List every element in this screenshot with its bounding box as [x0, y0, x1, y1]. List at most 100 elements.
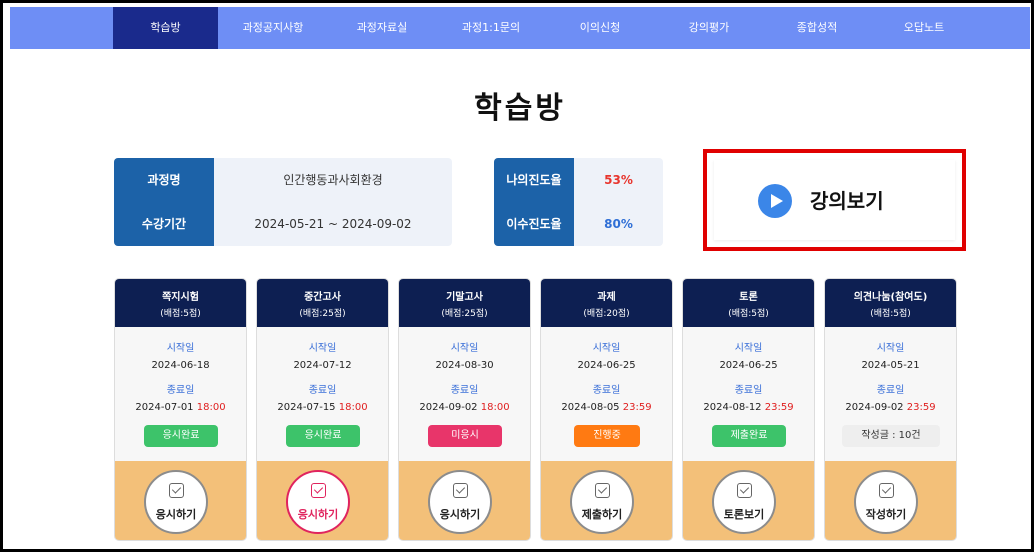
- required-progress-label: 이수진도율: [494, 202, 574, 246]
- end-date: 2024-09-02 23:59: [825, 402, 956, 413]
- progress-table: 나의진도율 53% 이수진도율 80%: [494, 158, 663, 246]
- card-weight: (배점:25점): [441, 309, 488, 319]
- card-weight: (배점:5점): [870, 309, 911, 319]
- nav-study-room[interactable]: 학습방: [113, 7, 218, 49]
- nav-course-materials[interactable]: 과정자료실: [332, 7, 432, 49]
- checkbox-icon: [737, 483, 752, 498]
- action-label: 응시하기: [155, 508, 197, 521]
- end-date-time: 18:00: [196, 402, 226, 413]
- page-title: 학습방: [474, 91, 566, 126]
- card-body: 시작일 2024-06-18 종료일 2024-07-01 18:00 응시완료: [115, 327, 246, 461]
- card-weight: (배점:5점): [160, 309, 201, 319]
- card-weight: (배점:5점): [728, 309, 769, 319]
- my-progress-label: 나의진도율: [494, 158, 574, 202]
- end-date-time: 23:59: [622, 402, 652, 413]
- card-body: 시작일 2024-06-25 종료일 2024-08-12 23:59 제출완료: [683, 327, 814, 461]
- status-badge: 제출완료: [712, 425, 786, 447]
- end-date-label: 종료일: [876, 385, 905, 396]
- end-date-time: 18:00: [480, 402, 510, 413]
- status-badge: 미응시: [428, 425, 502, 447]
- start-date: 2024-06-18: [151, 360, 210, 371]
- end-date-day: 2024-07-01: [135, 402, 194, 413]
- course-period-row: 수강기간 2024-05-21 ~ 2024-09-02: [114, 202, 452, 246]
- card-title: 기말고사: [446, 292, 483, 303]
- nav-objection[interactable]: 이의신청: [550, 7, 650, 49]
- play-icon: [758, 184, 792, 218]
- end-date-day: 2024-08-12: [703, 402, 762, 413]
- submit-button[interactable]: 제출하기: [570, 470, 634, 534]
- watch-lecture-label: 강의보기: [810, 189, 884, 213]
- nav-total-grades[interactable]: 종합성적: [767, 7, 867, 49]
- screenshot-frame: 학습방 과정공지사항 과정자료실 과정1:1문의 이의신청 강의평가 종합성적 …: [0, 0, 1034, 552]
- end-date-label: 종료일: [450, 385, 479, 396]
- my-progress-value: 53%: [574, 158, 663, 202]
- card-weight: (배점:25점): [299, 309, 346, 319]
- nav-lecture-evaluation[interactable]: 강의평가: [659, 7, 759, 49]
- status-badge: 응시완료: [144, 425, 218, 447]
- card-midterm: 중간고사 (배점:25점) 시작일 2024-07-12 종료일 2024-07…: [256, 278, 389, 541]
- my-progress-row: 나의진도율 53%: [494, 158, 663, 202]
- card-discussion: 토론 (배점:5점) 시작일 2024-06-25 종료일 2024-08-12…: [682, 278, 815, 541]
- end-date-day: 2024-09-02: [419, 402, 478, 413]
- card-footer: 제출하기: [541, 461, 672, 540]
- nav-course-notices[interactable]: 과정공지사항: [223, 7, 323, 49]
- course-name-row: 과정명 인간행동과사회환경: [114, 158, 452, 202]
- checkbox-icon: [595, 483, 610, 498]
- card-header: 중간고사 (배점:25점): [257, 279, 388, 327]
- take-exam-button[interactable]: 응시하기: [144, 470, 208, 534]
- end-date: 2024-08-12 23:59: [683, 402, 814, 413]
- watch-lecture-panel: 강의보기: [714, 160, 955, 240]
- start-date-label: 시작일: [308, 343, 337, 354]
- end-date-time: 18:00: [338, 402, 368, 413]
- view-discussion-button[interactable]: 토론보기: [712, 470, 776, 534]
- checkbox-icon: [311, 483, 326, 498]
- nav-wrong-answer-note[interactable]: 오답노트: [874, 7, 974, 49]
- end-date-label: 종료일: [166, 385, 195, 396]
- card-header: 과제 (배점:20점): [541, 279, 672, 327]
- write-button[interactable]: 작성하기: [854, 470, 918, 534]
- end-date-day: 2024-07-15: [277, 402, 336, 413]
- card-body: 시작일 2024-08-30 종료일 2024-09-02 18:00 미응시: [399, 327, 530, 461]
- end-date-time: 23:59: [906, 402, 936, 413]
- checkbox-icon: [453, 483, 468, 498]
- take-exam-button[interactable]: 응시하기: [428, 470, 492, 534]
- card-body: 시작일 2024-07-12 종료일 2024-07-15 18:00 응시완료: [257, 327, 388, 461]
- card-title: 과제: [597, 292, 616, 303]
- checkbox-icon: [879, 483, 894, 498]
- end-date-day: 2024-09-02: [845, 402, 904, 413]
- start-date: 2024-06-25: [719, 360, 778, 371]
- start-date-label: 시작일: [734, 343, 763, 354]
- required-progress-row: 이수진도율 80%: [494, 202, 663, 246]
- course-period-value: 2024-05-21 ~ 2024-09-02: [214, 202, 452, 246]
- take-exam-button[interactable]: 응시하기: [286, 470, 350, 534]
- card-header: 의견나눔(참여도) (배점:5점): [825, 279, 956, 327]
- card-footer: 응시하기: [257, 461, 388, 540]
- action-label: 작성하기: [865, 508, 907, 521]
- end-date: 2024-07-01 18:00: [115, 402, 246, 413]
- end-date: 2024-07-15 18:00: [257, 402, 388, 413]
- card-header: 쪽지시험 (배점:5점): [115, 279, 246, 327]
- end-date-label: 종료일: [734, 385, 763, 396]
- end-date-day: 2024-08-05: [561, 402, 620, 413]
- start-date-label: 시작일: [876, 343, 905, 354]
- action-label: 응시하기: [439, 508, 481, 521]
- start-date: 2024-07-12: [293, 360, 352, 371]
- card-quiz: 쪽지시험 (배점:5점) 시작일 2024-06-18 종료일 2024-07-…: [114, 278, 247, 541]
- card-footer: 응시하기: [115, 461, 246, 540]
- checkbox-icon: [169, 483, 184, 498]
- start-date: 2024-05-21: [861, 360, 920, 371]
- card-footer: 토론보기: [683, 461, 814, 540]
- end-date: 2024-09-02 18:00: [399, 402, 530, 413]
- course-info-table: 과정명 인간행동과사회환경 수강기간 2024-05-21 ~ 2024-09-…: [114, 158, 452, 246]
- required-progress-value: 80%: [574, 202, 663, 246]
- card-footer: 응시하기: [399, 461, 530, 540]
- action-label: 토론보기: [723, 508, 765, 521]
- post-count-badge: 작성글 : 10건: [842, 425, 940, 447]
- card-footer: 작성하기: [825, 461, 956, 540]
- card-title: 중간고사: [304, 292, 341, 303]
- nav-course-inquiry[interactable]: 과정1:1문의: [441, 7, 541, 49]
- start-date: 2024-06-25: [577, 360, 636, 371]
- watch-lecture-button[interactable]: 강의보기: [703, 149, 966, 251]
- end-date-label: 종료일: [308, 385, 337, 396]
- action-label: 응시하기: [297, 508, 339, 521]
